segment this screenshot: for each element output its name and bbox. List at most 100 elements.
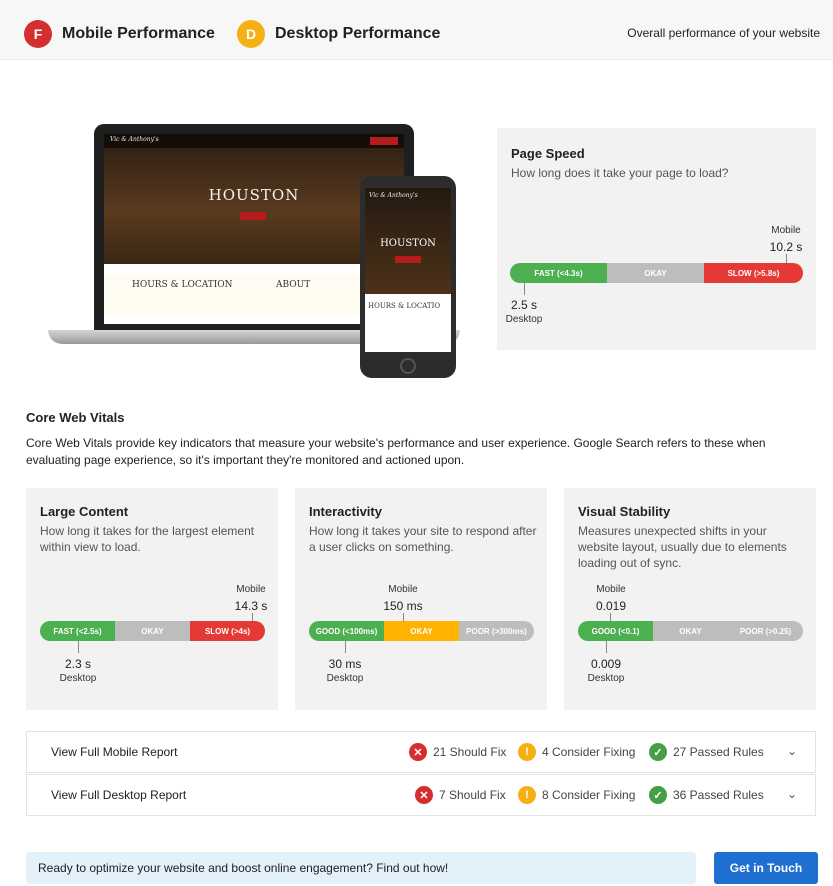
phone-home-button [400,358,416,374]
laptop-site-preview: Vic & Anthony's HOUSTON HOURS & LOCATION… [104,134,404,324]
page-speed-desktop-value: 2.5 s [510,298,537,312]
exclamation-circle-icon: ! [518,786,536,804]
desktop-passed-rules: ✓ 36 Passed Rules [649,786,764,804]
desktop-consider-fixing-text: 8 Consider Fixing [542,788,636,802]
large-content-card: Large Content How long it takes for the … [26,488,278,710]
interactivity-mobile-label: Mobile [388,584,418,595]
mobile-grade-badge: F [24,20,52,48]
page-speed-fast-segment: FAST (<4.3s) [510,263,607,283]
visual-stability-card: Visual Stability Measures unexpected shi… [564,488,816,710]
site-sections: HOURS & LOCATION ABOUT [104,274,404,314]
interactivity-desktop-label: Desktop [326,673,364,684]
large-content-desktop-value: 2.3 s [64,657,91,671]
tab-desktop-performance[interactable]: D Desktop Performance [237,20,440,48]
x-circle-icon: ✕ [415,786,433,804]
interactivity-title: Interactivity [309,504,382,519]
page-speed-desktop-label: Desktop [505,314,543,325]
interactivity-description: How long it takes your site to respond a… [309,524,537,554]
site-hero-title: HOUSTON [208,186,300,204]
site-logo: Vic & Anthony's [110,136,159,143]
phone-device: Vic & Anthony's HOUSTON HOURS & LOCATIO [360,176,456,378]
large-content-desktop-label: Desktop [59,673,97,684]
interactivity-range-bar: GOOD (<100ms) OKAY POOR (>300ms) [309,621,534,641]
page-speed-mobile-value: 10.2 s [769,240,803,254]
chevron-down-icon[interactable]: ⌄ [787,744,797,758]
get-in-touch-button[interactable]: Get in Touch [714,852,818,884]
overall-performance-caption: Overall performance of your website [627,26,820,40]
mobile-report-row[interactable]: View Full Mobile Report ✕ 21 Should Fix … [26,731,816,773]
page-speed-description: How long does it take your page to load? [511,166,729,180]
device-preview-illustration: Vic & Anthony's HOUSTON HOURS & LOCATION… [42,120,462,382]
phone-section-hours: HOURS & LOCATIO [368,302,441,310]
site-section-hours: HOURS & LOCATION [132,280,233,290]
visual-stability-okay-segment: OKAY [653,621,728,641]
page-speed-title: Page Speed [511,146,585,161]
desktop-report-row[interactable]: View Full Desktop Report ✕ 7 Should Fix … [26,774,816,816]
phone-site-logo: Vic & Anthony's [369,192,418,199]
performance-header: F Mobile Performance D Desktop Performan… [0,0,833,60]
visual-stability-range-bar: GOOD (<0.1) OKAY POOR (>0.25) [578,621,803,641]
mobile-should-fix: ✕ 21 Should Fix [409,743,506,761]
mobile-consider-fixing: ! 4 Consider Fixing [518,743,635,761]
visual-stability-desktop-value: 0.009 [590,657,622,671]
visual-stability-good-segment: GOOD (<0.1) [578,621,653,641]
desktop-consider-fixing: ! 8 Consider Fixing [518,786,635,804]
check-circle-icon: ✓ [649,743,667,761]
large-content-title: Large Content [40,504,129,519]
site-hero-button [240,212,266,220]
phone-site-preview: Vic & Anthony's HOUSTON HOURS & LOCATIO [365,188,451,352]
core-web-vitals-description: Core Web Vitals provide key indicators t… [26,436,766,467]
x-circle-icon: ✕ [409,743,427,761]
optimize-message-bar: Ready to optimize your website and boost… [26,852,696,884]
tab-desktop-label: Desktop Performance [275,25,441,42]
mobile-should-fix-text: 21 Should Fix [433,745,507,759]
page-speed-desktop-marker [524,283,525,295]
page-speed-slow-segment: SLOW (>5.8s) [704,263,803,283]
desktop-report-label: View Full Desktop Report [51,788,187,802]
interactivity-desktop-value: 30 ms [328,657,362,671]
visual-stability-mobile-label: Mobile [596,584,626,595]
desktop-should-fix: ✕ 7 Should Fix [415,786,506,804]
core-web-vitals-title: Core Web Vitals [26,410,125,425]
page-speed-range-bar: FAST (<4.3s) OKAY SLOW (>5.8s) [510,263,803,283]
large-content-desktop-marker [78,641,79,653]
optimize-message-text: Ready to optimize your website and boost… [38,861,449,875]
site-cta-block [370,137,398,145]
mobile-report-label: View Full Mobile Report [51,745,178,759]
page-speed-mobile-label: Mobile [771,225,801,236]
page-speed-okay-segment: OKAY [607,263,704,283]
page-speed-card: Page Speed How long does it take your pa… [497,128,816,350]
visual-stability-description: Measures unexpected shifts in your websi… [578,524,787,570]
mobile-passed-rules: ✓ 27 Passed Rules [649,743,764,761]
desktop-passed-rules-text: 36 Passed Rules [673,788,764,802]
large-content-okay-segment: OKAY [115,621,190,641]
interactivity-poor-segment: POOR (>300ms) [459,621,534,641]
mobile-consider-fixing-text: 4 Consider Fixing [542,745,636,759]
desktop-grade-badge: D [237,20,265,48]
visual-stability-mobile-value: 0.019 [595,599,627,613]
chevron-down-icon[interactable]: ⌄ [787,787,797,801]
tab-mobile-label: Mobile Performance [62,25,215,42]
large-content-slow-segment: SLOW (>4s) [190,621,265,641]
site-nav-bar: Vic & Anthony's [104,134,404,148]
large-content-mobile-value: 14.3 s [234,599,268,613]
tab-mobile-performance[interactable]: F Mobile Performance [24,20,215,48]
interactivity-mobile-value: 150 ms [383,599,423,613]
interactivity-good-segment: GOOD (<100ms) [309,621,384,641]
large-content-description: How long it takes for the largest elemen… [40,524,255,554]
visual-stability-desktop-label: Desktop [587,673,625,684]
large-content-mobile-label: Mobile [236,584,266,595]
visual-stability-desktop-marker [606,641,607,653]
mobile-passed-rules-text: 27 Passed Rules [673,745,764,759]
large-content-range-bar: FAST (<2.5s) OKAY SLOW (>4s) [40,621,265,641]
visual-stability-poor-segment: POOR (>0.25) [728,621,803,641]
visual-stability-title: Visual Stability [578,504,671,519]
interactivity-okay-segment: OKAY [384,621,459,641]
check-circle-icon: ✓ [649,786,667,804]
desktop-should-fix-text: 7 Should Fix [439,788,506,802]
interactivity-desktop-marker [345,641,346,653]
exclamation-circle-icon: ! [518,743,536,761]
phone-hero-title: HOUSTON [380,238,436,249]
site-section-about: ABOUT [276,280,311,290]
large-content-fast-segment: FAST (<2.5s) [40,621,115,641]
